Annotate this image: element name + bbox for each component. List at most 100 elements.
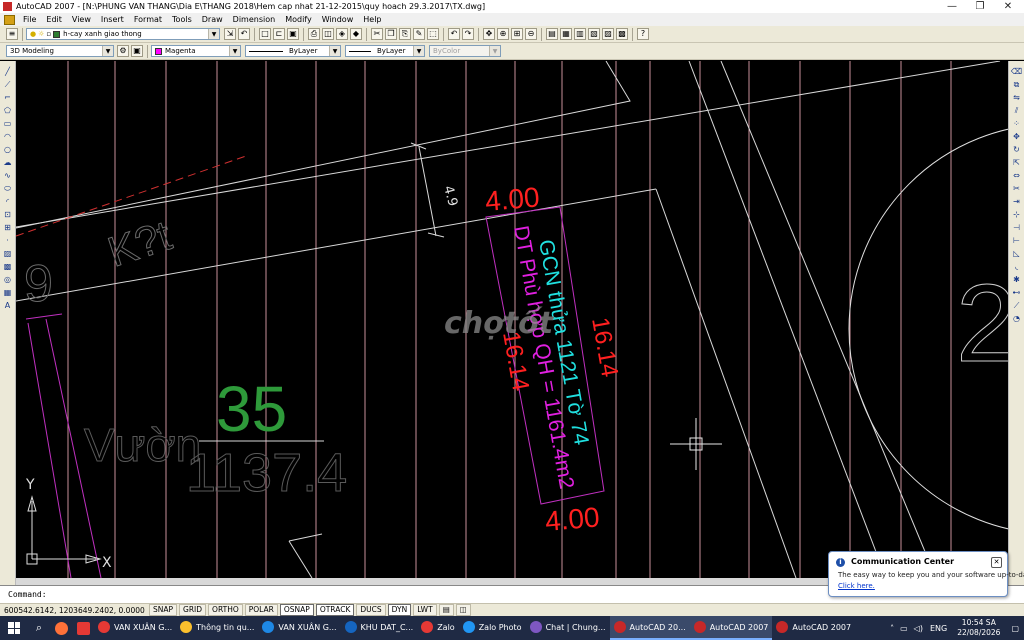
layer-manager-icon[interactable]: ≡: [6, 28, 18, 40]
zoom-window-icon[interactable]: ⊞: [511, 28, 523, 40]
trim-icon[interactable]: ✂: [1011, 183, 1023, 194]
move-icon[interactable]: ✥: [1011, 131, 1023, 142]
chevron-down-icon[interactable]: ▼: [413, 46, 424, 56]
3d-dwf-icon[interactable]: ◆: [350, 28, 362, 40]
point-icon[interactable]: ·: [2, 235, 14, 246]
dim-aligned-icon[interactable]: ⟋: [1011, 300, 1023, 311]
communication-center-balloon[interactable]: i Communication Center ✕ The easy way to…: [828, 551, 1024, 597]
markup-icon[interactable]: ▨: [602, 28, 614, 40]
menu-file[interactable]: File: [18, 15, 41, 24]
linetype-dropdown[interactable]: ByLayer ▼: [245, 45, 341, 57]
join-icon[interactable]: ⊢: [1011, 235, 1023, 246]
copy-icon[interactable]: ❐: [385, 28, 397, 40]
model-layout-icon[interactable]: ▤: [438, 604, 454, 616]
app-grid-icon[interactable]: [72, 616, 94, 640]
taskbar-item[interactable]: AutoCAD 20...: [609, 616, 690, 640]
paste-icon[interactable]: ⎘: [399, 28, 411, 40]
chevron-down-icon[interactable]: ▼: [208, 29, 219, 39]
chevron-down-icon[interactable]: ▼: [329, 46, 340, 56]
zoom-previous-icon[interactable]: ⊖: [525, 28, 537, 40]
taskbar-item[interactable]: KHU DAT_C...: [341, 616, 418, 640]
document-icon[interactable]: [4, 14, 15, 25]
menu-tools[interactable]: Tools: [167, 15, 197, 24]
array-icon[interactable]: ⁘: [1011, 118, 1023, 129]
match-properties-icon[interactable]: ✎: [413, 28, 425, 40]
sheet-set-icon[interactable]: ▧: [588, 28, 600, 40]
menu-draw[interactable]: Draw: [197, 15, 228, 24]
dim-linear-icon[interactable]: ⊷: [1011, 287, 1023, 298]
layer-dropdown[interactable]: ● ☼ ▫ h-cay xanh giao thong ▼: [26, 28, 220, 40]
circle-icon[interactable]: ○: [2, 144, 14, 155]
open-file-icon[interactable]: ⊏: [273, 28, 285, 40]
menu-view[interactable]: View: [67, 15, 96, 24]
monitor-icon[interactable]: ▭: [897, 624, 911, 633]
notification-link[interactable]: Click here.: [838, 582, 875, 590]
gradient-icon[interactable]: ▩: [2, 261, 14, 272]
autocad-app-icon[interactable]: [3, 2, 12, 11]
mirror-icon[interactable]: ⇋: [1011, 92, 1023, 103]
publish-icon[interactable]: ◈: [336, 28, 348, 40]
arc-icon[interactable]: ◠: [2, 131, 14, 142]
menu-edit[interactable]: Edit: [41, 15, 67, 24]
line-tool-icon[interactable]: ╱: [2, 66, 14, 77]
workspace-settings-icon[interactable]: ⚙: [117, 45, 129, 57]
polyline-icon[interactable]: ⌐: [2, 92, 14, 103]
clock[interactable]: 10:54 SA 22/08/2026: [951, 618, 1006, 638]
menu-window[interactable]: Window: [317, 15, 359, 24]
make-object-layer-current-icon[interactable]: ⇲: [224, 28, 236, 40]
osnap-toggle[interactable]: OSNAP: [279, 604, 314, 616]
break-icon[interactable]: ⊣: [1011, 222, 1023, 233]
minimize-button[interactable]: —: [938, 0, 966, 13]
taskbar-item[interactable]: Thông tin qu...: [176, 616, 258, 640]
start-button[interactable]: [0, 616, 28, 640]
properties-icon[interactable]: ▤: [546, 28, 558, 40]
my-workspace-icon[interactable]: ▣: [131, 45, 143, 57]
break-at-point-icon[interactable]: ⊹: [1011, 209, 1023, 220]
layer-previous-icon[interactable]: ↶: [238, 28, 250, 40]
taskbar-item[interactable]: Chat | Chung...: [526, 616, 610, 640]
quickcalc-icon[interactable]: ▩: [616, 28, 628, 40]
dim-radius-icon[interactable]: ◔: [1011, 313, 1023, 324]
firefox-icon[interactable]: [50, 616, 72, 640]
menu-help[interactable]: Help: [358, 15, 386, 24]
menu-format[interactable]: Format: [129, 15, 167, 24]
table-icon[interactable]: ▦: [2, 287, 14, 298]
taskbar-item[interactable]: Zalo Photo: [459, 616, 526, 640]
fillet-icon[interactable]: ◟: [1011, 261, 1023, 272]
ducs-toggle[interactable]: DUCS: [356, 604, 386, 616]
redo-icon[interactable]: ↷: [462, 28, 474, 40]
region-icon[interactable]: ◎: [2, 274, 14, 285]
tool-palettes-icon[interactable]: ▥: [574, 28, 586, 40]
undo-icon[interactable]: ↶: [448, 28, 460, 40]
block-editor-icon[interactable]: ⬚: [427, 28, 439, 40]
erase-icon[interactable]: ⌫: [1011, 66, 1023, 77]
chamfer-icon[interactable]: ◺: [1011, 248, 1023, 259]
explode-icon[interactable]: ✱: [1011, 274, 1023, 285]
snap-toggle[interactable]: SNAP: [149, 604, 178, 616]
cut-icon[interactable]: ✂: [371, 28, 383, 40]
help-icon[interactable]: ?: [637, 28, 649, 40]
save-icon[interactable]: ▣: [287, 28, 299, 40]
search-icon[interactable]: ⌕: [28, 616, 50, 640]
rotate-icon[interactable]: ↻: [1011, 144, 1023, 155]
grid-toggle[interactable]: GRID: [179, 604, 207, 616]
maximize-button[interactable]: ❐: [966, 0, 994, 13]
color-dropdown[interactable]: Magenta ▼: [151, 45, 241, 57]
chevron-down-icon[interactable]: ▼: [229, 46, 240, 56]
drawing-canvas[interactable]: 4.9 4.00 4.00 16.14 16.14 GCN thửa 1121 …: [16, 61, 1008, 578]
chevron-up-icon[interactable]: ˄: [887, 624, 897, 633]
multiline-text-icon[interactable]: A: [2, 300, 14, 311]
polygon-icon[interactable]: ⬠: [2, 105, 14, 116]
taskbar-item[interactable]: VAN XUÂN G...: [258, 616, 340, 640]
chevron-down-icon[interactable]: ▼: [102, 46, 113, 56]
otrack-toggle[interactable]: OTRACK: [315, 604, 355, 616]
insert-block-icon[interactable]: ⊡: [2, 209, 14, 220]
lineweight-dropdown[interactable]: ByLayer ▼: [345, 45, 425, 57]
menu-dimension[interactable]: Dimension: [228, 15, 281, 24]
new-file-icon[interactable]: □: [259, 28, 271, 40]
copy-object-icon[interactable]: ⧉: [1011, 79, 1023, 90]
design-center-icon[interactable]: ▦: [560, 28, 572, 40]
taskbar-item[interactable]: Zalo: [417, 616, 459, 640]
status-tray-icon[interactable]: ◫: [455, 604, 471, 616]
rectangle-icon[interactable]: ▭: [2, 118, 14, 129]
